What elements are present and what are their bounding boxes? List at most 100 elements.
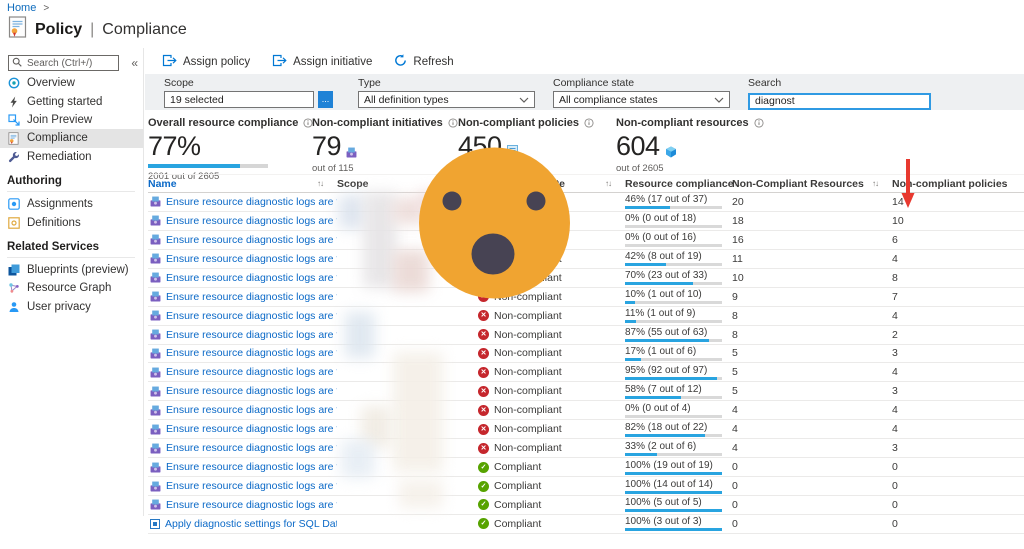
sidebar-search[interactable]: [8, 55, 119, 71]
policy-name-link[interactable]: Ensure resource diagnostic logs are forw…: [166, 404, 337, 416]
join-preview-icon: [7, 113, 20, 126]
sidebar-item-join-preview[interactable]: Join Preview: [0, 111, 143, 129]
compliant-icon: ✓: [478, 518, 489, 529]
column-header-resource-compliance[interactable]: Resource compliance ↑↓: [625, 178, 732, 190]
policy-name-link[interactable]: Ensure resource diagnostic logs are forw…: [166, 423, 337, 435]
non-compliant-resources-cell: 5: [732, 347, 892, 359]
non-compliant-icon: ✕: [478, 329, 489, 340]
compliance-state-cell: ✕Non-compliant: [478, 272, 625, 284]
table-row: Ensure resource diagnostic logs are forw…: [148, 477, 1024, 496]
breadcrumb-home-link[interactable]: Home: [7, 2, 36, 14]
page-title-primary: Policy: [35, 21, 82, 39]
non-compliant-resources-cell: 5: [732, 385, 892, 397]
type-filter-select[interactable]: All definition types: [358, 91, 535, 108]
policy-name-link[interactable]: Ensure resource diagnostic logs are forw…: [166, 253, 337, 265]
stat-value: 604: [616, 133, 764, 160]
stat-title: Overall resource compliance: [148, 117, 298, 129]
refresh-icon: [394, 54, 407, 70]
scope-filter-input[interactable]: [164, 91, 314, 108]
policy-name-link[interactable]: Ensure resource diagnostic logs are forw…: [166, 347, 337, 359]
initiative-icon: [150, 291, 161, 302]
non-compliant-resources-cell: 0: [732, 461, 892, 473]
sidebar-item-definitions[interactable]: Definitions: [0, 213, 143, 231]
divider: [7, 257, 135, 258]
non-compliant-resources-cell: 10: [732, 272, 892, 284]
sidebar-item-blueprints-preview[interactable]: Blueprints (preview): [0, 261, 143, 279]
table-row: Ensure resource diagnostic logs are forw…: [148, 307, 1024, 326]
info-icon[interactable]: [754, 118, 764, 128]
sidebar-collapse-button[interactable]: «: [131, 56, 138, 70]
breadcrumb-chevron-icon: >: [43, 3, 49, 14]
policy-name-link[interactable]: Ensure resource diagnostic logs are forw…: [166, 442, 337, 454]
sidebar-item-resource-graph[interactable]: Resource Graph: [0, 279, 143, 297]
policy-name-link[interactable]: Ensure resource diagnostic logs are forw…: [166, 499, 337, 511]
policy-name-link[interactable]: Ensure resource diagnostic logs are forw…: [166, 329, 337, 341]
scope-more-button[interactable]: ...: [318, 91, 333, 108]
policy-name-link[interactable]: Ensure resource diagnostic logs are forw…: [166, 385, 337, 397]
column-header-non-compliant-policies[interactable]: Non-compliant policies: [892, 178, 1024, 190]
compliance-state-cell: ✕Non-compliant: [478, 329, 625, 341]
column-header-scope[interactable]: Scope: [337, 178, 478, 190]
policy-name-link[interactable]: Ensure resource diagnostic logs are forw…: [166, 196, 337, 208]
policy-name-link[interactable]: Apply diagnostic settings for SQL Databa…: [165, 518, 337, 530]
info-icon[interactable]: [448, 118, 458, 128]
refresh-button[interactable]: Refresh: [394, 54, 453, 70]
policy-name-link[interactable]: Ensure resource diagnostic logs are forw…: [166, 234, 337, 246]
policy-name-link[interactable]: Ensure resource diagnostic logs are forw…: [166, 461, 337, 473]
sort-icon: ↑↓: [872, 179, 878, 188]
column-header-name[interactable]: Name ↑↓: [148, 178, 337, 190]
non-compliant-policies-cell: 8: [892, 272, 1024, 284]
sidebar-item-getting-started[interactable]: Getting started: [0, 92, 143, 110]
sidebar-item-remediation[interactable]: Remediation: [0, 148, 143, 166]
stat-non-compliant-resources: Non-compliant resources 604 out of 2605: [616, 117, 764, 174]
sidebar-item-compliance[interactable]: Compliance: [0, 129, 143, 147]
policy-name-link[interactable]: Ensure resource diagnostic logs are forw…: [166, 366, 337, 378]
assign-initiative-button[interactable]: Assign initiative: [272, 54, 372, 70]
policy-doc-icon: [507, 145, 518, 158]
table-row: Ensure resource diagnostic logs are forw…: [148, 288, 1024, 307]
non-compliant-resources-cell: 20: [732, 196, 892, 208]
table-row: Ensure resource diagnostic logs are forw…: [148, 458, 1024, 477]
table-row: Ensure resource diagnostic logs are forw…: [148, 345, 1024, 364]
name-cell: Ensure resource diagnostic logs are forw…: [148, 404, 337, 416]
compliance-state-cell: ✕Non-compliant: [478, 442, 625, 454]
initiative-icon: [150, 234, 161, 245]
table-row: Ensure resource diagnostic logs are forw…: [148, 439, 1024, 458]
sidebar-item-overview[interactable]: Overview: [0, 74, 143, 92]
compliance-state-cell: ✕Non-compliant: [478, 423, 625, 435]
page-title-separator: |: [90, 21, 94, 39]
compliant-icon: ✓: [478, 499, 489, 510]
definitions-icon: [7, 216, 20, 229]
resource-compliance-cell: 100% (19 out of 19): [625, 460, 732, 475]
search-filter-input[interactable]: [748, 93, 931, 110]
sidebar-item-label: Resource Graph: [27, 282, 111, 294]
compliance-state-filter-select[interactable]: All compliance states: [553, 91, 730, 108]
compliance-state-cell: ✓Compliant: [478, 518, 625, 530]
sidebar-item-user-privacy[interactable]: User privacy: [0, 298, 143, 316]
table-row: Ensure resource diagnostic logs are forw…: [148, 363, 1024, 382]
info-icon[interactable]: [584, 118, 594, 128]
compliance-state-cell: ✕Non-compliant: [478, 234, 625, 246]
sidebar-item-assignments[interactable]: Assignments: [0, 195, 143, 213]
compliant-icon: ✓: [478, 462, 489, 473]
sidebar-search-input[interactable]: [25, 57, 115, 70]
policy-name-link[interactable]: Ensure resource diagnostic logs are forw…: [166, 291, 337, 303]
assign-policy-button[interactable]: Assign policy: [162, 54, 250, 70]
column-header-non-compliant-resources[interactable]: Non-Compliant Resources ↑↓: [732, 178, 892, 190]
policy-name-link[interactable]: Ensure resource diagnostic logs are forw…: [166, 272, 337, 284]
non-compliant-icon: ✕: [478, 348, 489, 359]
compliance-state-cell: ✕Non-compliant: [478, 310, 625, 322]
name-cell: Ensure resource diagnostic logs are forw…: [148, 347, 337, 359]
column-header-compliance-state[interactable]: Compliance state ↑↓: [478, 178, 625, 190]
name-cell: Ensure resource diagnostic logs are forw…: [148, 461, 337, 473]
policy-name-link[interactable]: Ensure resource diagnostic logs are forw…: [166, 480, 337, 492]
initiative-icon: [150, 499, 161, 510]
sidebar: « OverviewGetting startedJoin PreviewCom…: [0, 48, 144, 516]
stat-title: Non-compliant initiatives: [312, 117, 443, 129]
policy-name-link[interactable]: Ensure resource diagnostic logs are forw…: [166, 215, 337, 227]
non-compliant-icon: ✕: [478, 234, 489, 245]
policy-name-link[interactable]: Ensure resource diagnostic logs are forw…: [166, 310, 337, 322]
blueprints-icon: [7, 263, 20, 276]
user-privacy-icon: [7, 300, 20, 313]
non-compliant-icon: ✕: [478, 405, 489, 416]
